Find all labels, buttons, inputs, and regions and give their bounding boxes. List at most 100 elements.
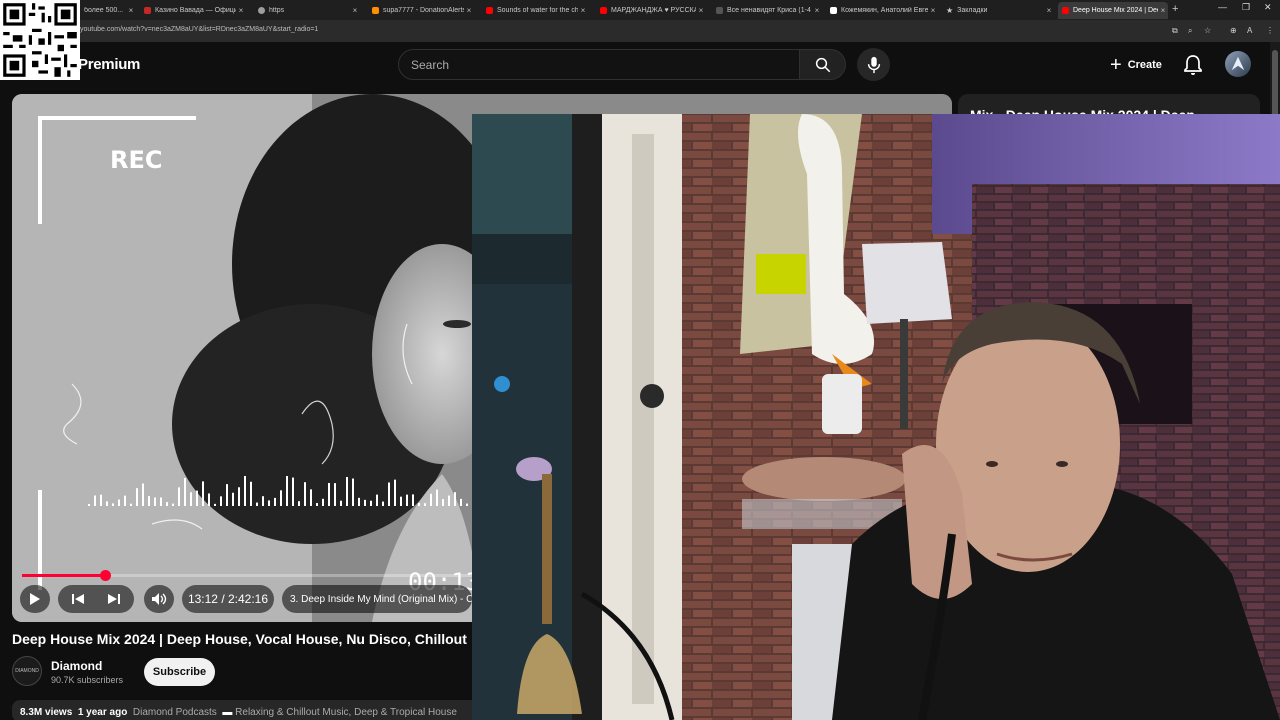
waveform-bar [448, 495, 450, 506]
youtube-header: Premium + Create [0, 42, 1270, 88]
youtube-premium-logo[interactable]: Premium [78, 56, 140, 73]
waveform-bar [400, 496, 402, 506]
browser-tab[interactable]: ★ Закладки × [942, 2, 1054, 19]
previous-icon[interactable] [71, 593, 85, 605]
close-icon[interactable]: × [236, 6, 246, 15]
close-icon[interactable]: × [812, 6, 822, 15]
browser-tab[interactable]: МАРДЖАНДЖА ♥ РУССКАЯ...× [596, 2, 706, 19]
waveform-bar [430, 493, 432, 506]
browser-tab[interactable]: supa7777 - DonationAlerts × [368, 2, 474, 19]
extension-icon[interactable]: ⊕ [1230, 26, 1237, 35]
view-count: 8.3M views [20, 707, 73, 718]
waveform-bar [178, 487, 180, 506]
window-close-icon[interactable]: ✕ [1264, 2, 1272, 13]
minimize-icon[interactable]: — [1218, 2, 1227, 12]
webcam-feed [472, 114, 1280, 720]
subscriber-count: 90.7K subscribers [51, 675, 124, 685]
close-icon[interactable]: × [1158, 6, 1168, 15]
waveform-bar [148, 496, 150, 506]
volume-button[interactable] [144, 585, 174, 613]
search-input[interactable] [399, 50, 799, 80]
close-icon[interactable]: × [126, 6, 136, 15]
browser-tab[interactable]: более 500... × [80, 2, 136, 19]
favicon-icon [144, 7, 151, 14]
create-button[interactable]: + Create [1100, 50, 1172, 80]
play-icon [30, 593, 40, 605]
browser-tab[interactable]: Sounds of water for the chill...× [482, 2, 588, 19]
waveform-bar [322, 498, 324, 506]
chapter-button[interactable]: 3. Deep Inside My Mind (Original Mix) - … [282, 585, 472, 613]
rec-overlay-label: REC [110, 146, 163, 174]
waveform-bar [208, 493, 210, 506]
waveform-bar [364, 499, 366, 506]
waveform-bar [334, 483, 336, 506]
browser-tab[interactable]: Все ненавидят Криса (1-4 се...× [712, 2, 822, 19]
waveform-bar [124, 495, 126, 506]
profile-icon[interactable]: A [1247, 26, 1252, 35]
upload-age: 1 year ago [77, 707, 128, 718]
waveform-bar [328, 482, 330, 506]
globe-icon [258, 7, 265, 14]
next-icon[interactable] [107, 593, 121, 605]
skip-controls [58, 585, 134, 613]
browser-tab[interactable]: Казино Вавада — Официальный× [140, 2, 246, 19]
voice-search-button[interactable] [857, 48, 890, 81]
tab-title: Кожемякин, Анатолий Евге... [841, 7, 928, 14]
user-avatar[interactable] [1225, 51, 1251, 77]
channel-avatar[interactable]: DIAMOND [12, 656, 42, 686]
new-tab-button[interactable]: + [1172, 3, 1178, 15]
close-icon[interactable]: × [696, 6, 706, 15]
waveform-bar [166, 502, 168, 506]
waveform-bar [442, 499, 444, 506]
browser-tab[interactable]: Кожемякин, Анатолий Евге... × [826, 2, 938, 19]
open-in-app-icon[interactable]: ⧉ [1172, 26, 1178, 36]
play-button[interactable] [20, 585, 50, 613]
close-icon[interactable]: × [928, 6, 938, 15]
search-button[interactable] [800, 49, 846, 80]
menu-dots-icon[interactable]: ⋮ [1266, 26, 1274, 35]
waveform-bar [376, 494, 378, 506]
search-icon [815, 57, 830, 72]
tab-title: Закладки [957, 7, 988, 14]
channel-avatar-text: DIAMOND [15, 668, 39, 674]
search-box[interactable] [398, 49, 800, 80]
address-bar[interactable]: youtube.com/watch?v=nec3aZM8aUY&list=RDn… [0, 20, 1280, 42]
description-box[interactable]: 8.3M views 1 year ago Diamond Podcasts ▬… [12, 700, 482, 720]
waveform-bar [262, 496, 264, 506]
waveform-bar [292, 477, 294, 506]
waveform-bar [172, 503, 174, 506]
progress-scrubber[interactable] [100, 570, 112, 581]
music-note-icon: ▬ [222, 707, 233, 718]
maximize-icon[interactable]: ❐ [1242, 2, 1250, 13]
zoom-icon[interactable]: ⌕ [1188, 26, 1192, 36]
waveform-bar [214, 503, 216, 506]
close-icon[interactable]: × [350, 6, 360, 15]
webcam-overlay [472, 114, 1280, 720]
url-text[interactable]: youtube.com/watch?v=nec3aZM8aUY&list=RDn… [80, 26, 318, 33]
browser-tab-active[interactable]: Deep House Mix 2024 | Deep...× [1058, 2, 1168, 19]
time-display-text: 13:12 / 2:42:16 [187, 592, 269, 606]
close-icon[interactable]: × [464, 6, 474, 15]
waveform-bar [268, 500, 270, 506]
subscribe-button[interactable]: Subscribe [144, 658, 215, 686]
waveform-bar [310, 489, 312, 506]
waveform-bar [412, 494, 414, 506]
youtube-icon [486, 7, 493, 14]
waveform-bar [352, 478, 354, 506]
waveform-bar [370, 500, 372, 506]
bookmark-star-icon[interactable]: ☆ [1204, 26, 1211, 35]
waveform-bar [250, 481, 252, 506]
close-icon[interactable]: × [1044, 6, 1054, 15]
close-icon[interactable]: × [578, 6, 588, 15]
favicon-icon [372, 7, 379, 14]
progress-played [22, 574, 106, 577]
waveform-bar [142, 483, 144, 506]
browser-tab[interactable]: https × [254, 2, 360, 19]
waveform-bar [232, 492, 234, 506]
channel-name[interactable]: Diamond [51, 659, 102, 673]
notifications-bell-icon[interactable] [1180, 53, 1206, 77]
plus-icon: + [1110, 54, 1122, 76]
tab-title: более 500... [84, 7, 124, 14]
waveform-bar [190, 492, 192, 506]
screen: более 500...× Казино Вавада — Официальны… [0, 0, 1280, 720]
